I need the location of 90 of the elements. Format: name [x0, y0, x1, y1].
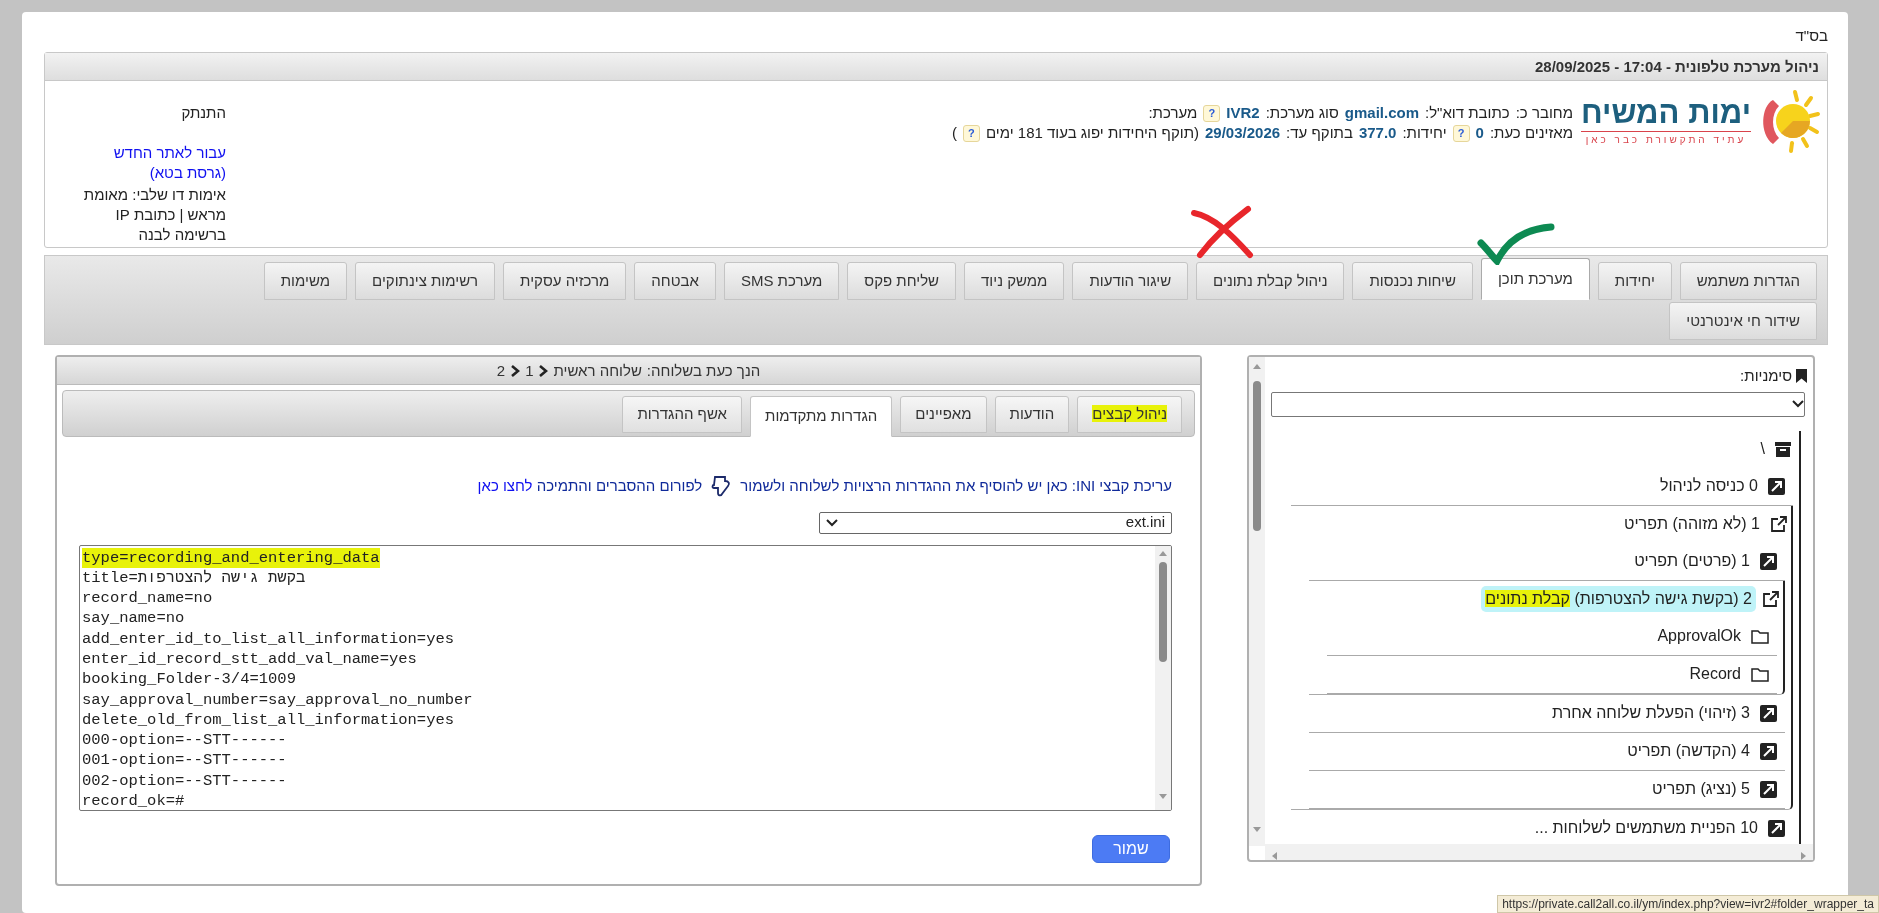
instruction-text: עריכת קבצי INI: כאן יש להוסיף את ההגדרות הרצויות לשלוחה ולשמור	[740, 476, 1172, 496]
info-label: מערכת:	[1148, 102, 1198, 123]
info-value: 377.0	[1358, 122, 1397, 143]
info-label: יחידות:	[1402, 122, 1447, 143]
main-tab[interactable]: שליחת פקס	[847, 262, 957, 300]
page-mark-text: בס"ד	[1794, 26, 1828, 46]
code-line: record_ok=#	[82, 791, 185, 810]
tree-item[interactable]: 10 הפניית משתמשים לשלוחות ...	[1530, 815, 1762, 841]
tree-item[interactable]: 1 (פרטים) תפריט	[1630, 548, 1754, 574]
code-line: say_approval_number=say_approval_no_number	[82, 689, 473, 710]
code-line: 001-option=--STT------	[82, 750, 287, 771]
code-line: add_enter_id_to_list_all_information=yes	[82, 628, 455, 649]
chevron-down-icon	[826, 518, 838, 527]
bookmark-icon	[1796, 369, 1807, 384]
breadcrumb-link[interactable]: 2	[496, 356, 506, 385]
tree-item[interactable]: 0 כניסה לניהול	[1655, 473, 1762, 499]
forum-link[interactable]: לחצו כאן	[477, 477, 533, 494]
folder-icon	[1751, 628, 1769, 644]
sub-tab[interactable]: ניהול קבצים	[1077, 396, 1182, 433]
main-tab[interactable]: מרכזיה עסקית	[503, 262, 627, 300]
main-tab[interactable]: שידור חי אינטרנטי	[1669, 302, 1817, 340]
chevron-icon	[510, 363, 521, 378]
info-label: כתובת דוא"ל:	[1425, 102, 1510, 123]
tree-item[interactable]: 1 (לא מזוהה) תפריט	[1620, 511, 1764, 537]
sub-tab[interactable]: אשף ההגדרות	[622, 396, 742, 433]
info-label: מאזינים כעת:	[1489, 122, 1573, 143]
help-badge[interactable]: ?	[962, 124, 980, 142]
code-line: 002-option=--STT------	[82, 770, 287, 792]
tree-item[interactable]: 2 (בקשת גישה להצטרפות) קבלת נתונים	[1481, 586, 1756, 612]
sub-tab[interactable]: מאפיינים	[900, 396, 987, 433]
sub-tab[interactable]: הודעות	[994, 396, 1070, 433]
tree-item[interactable]: 3 (זיהוי) הפעלת שלוחה אחרת	[1548, 700, 1754, 726]
bookmark-select[interactable]	[1271, 391, 1805, 417]
info-label: מחובר כ:	[1515, 102, 1573, 123]
tree-item[interactable]: 5 (נציג) תפריט	[1648, 776, 1754, 802]
info-value: 0	[1475, 122, 1484, 143]
main-tab[interactable]: שיגור הודעות	[1072, 262, 1189, 300]
horizontal-scrollbar[interactable]	[1265, 844, 1813, 860]
logout-link[interactable]: התנתק	[61, 103, 226, 123]
code-line: delete_old_from_list_all_information=yes	[82, 709, 455, 731]
main-tab[interactable]: רשימות צינתוקים	[355, 262, 496, 300]
tree-item[interactable]: 4 (הקדשה) תפריט	[1623, 738, 1754, 764]
two-factor-status: אימות דו שלבי: מאומת מראש | כתובת IP ברשימה לבנה	[82, 185, 226, 245]
main-tab[interactable]: ממשק ניוד	[964, 262, 1065, 300]
main-tab[interactable]: אבטחה	[634, 262, 716, 300]
code-line: 000-option=--STT------	[82, 730, 287, 751]
info-label: בתוקף עד:	[1286, 122, 1353, 143]
main-tab[interactable]: שיחות נכנסות	[1352, 262, 1473, 300]
info-value: 29/03/2026	[1205, 122, 1281, 143]
info-label: (תוקף היחידות יפוג בעוד 181 ימים	[985, 122, 1199, 143]
info-value: gmail.com	[1344, 102, 1419, 123]
main-tab[interactable]: מערכת SMS	[723, 262, 840, 300]
save-button[interactable]: שמור	[1092, 834, 1170, 863]
main-tab[interactable]: יחידות	[1597, 262, 1672, 300]
breadcrumb-label: הנך כעת בשלוחה:	[646, 360, 761, 381]
chevron-icon	[538, 363, 549, 378]
forum-text: לפורום ההסברים והתמיכה לחצו כאן	[477, 476, 703, 496]
vertical-scrollbar[interactable]	[1249, 357, 1265, 846]
help-badge[interactable]: ?	[1203, 104, 1221, 122]
info-value: IVR2	[1226, 102, 1260, 123]
main-tab[interactable]: הגדרות משתמש	[1679, 262, 1817, 300]
sub-tab[interactable]: הגדרות מתקדמות	[750, 396, 893, 437]
tree-root[interactable]: \	[1756, 436, 1769, 462]
status-url-text: https://private.call2all.co.il/ym/index.php?view=ivr2#folder_wrapper_ta	[1497, 895, 1879, 913]
code-line: enter_id_record_stt_add_val_name=yes	[82, 649, 417, 670]
file-select[interactable]: ext.ini	[819, 511, 1172, 534]
logo-slogan: עתיד התקשורת כבר כאן	[1581, 131, 1751, 147]
breadcrumb-link[interactable]: שלוחה ראשית	[553, 356, 642, 385]
breadcrumb-link[interactable]: 1	[525, 356, 534, 385]
logo-text: ימות המשיח	[1581, 95, 1751, 131]
code-line: booking_Folder-3/4=1009	[82, 669, 296, 690]
main-tab[interactable]: מערכת תוכן	[1480, 258, 1590, 300]
header-title: ניהול מערכת טלפונית - 17:04 - 28/09/2025	[45, 53, 1827, 81]
info-label: )	[951, 122, 957, 143]
code-line: say_name=no	[82, 608, 185, 629]
info-label: סוג מערכת:	[1265, 102, 1339, 123]
bookmarks-label: סימניות:	[1740, 366, 1792, 386]
code-line: title=בקשת גישה להצטרפות	[82, 567, 306, 589]
tree-item[interactable]: Record	[1685, 661, 1745, 687]
main-tab[interactable]: משימות	[263, 262, 347, 300]
chevron-down-icon	[1792, 400, 1804, 408]
folder-icon	[1751, 666, 1769, 682]
pointing-hand-icon	[710, 475, 733, 498]
tree-item[interactable]: ApprovalOk	[1653, 623, 1745, 649]
help-badge[interactable]: ?	[1452, 124, 1470, 142]
archive-icon	[1775, 441, 1791, 457]
main-tab[interactable]: ניהול קבלת נתונים	[1196, 262, 1345, 300]
new-site-link[interactable]: עבור לאתר החדש (גרסת בטא)	[97, 143, 226, 183]
code-line: record_name=no	[82, 588, 213, 609]
code-editor[interactable]	[79, 544, 1172, 811]
